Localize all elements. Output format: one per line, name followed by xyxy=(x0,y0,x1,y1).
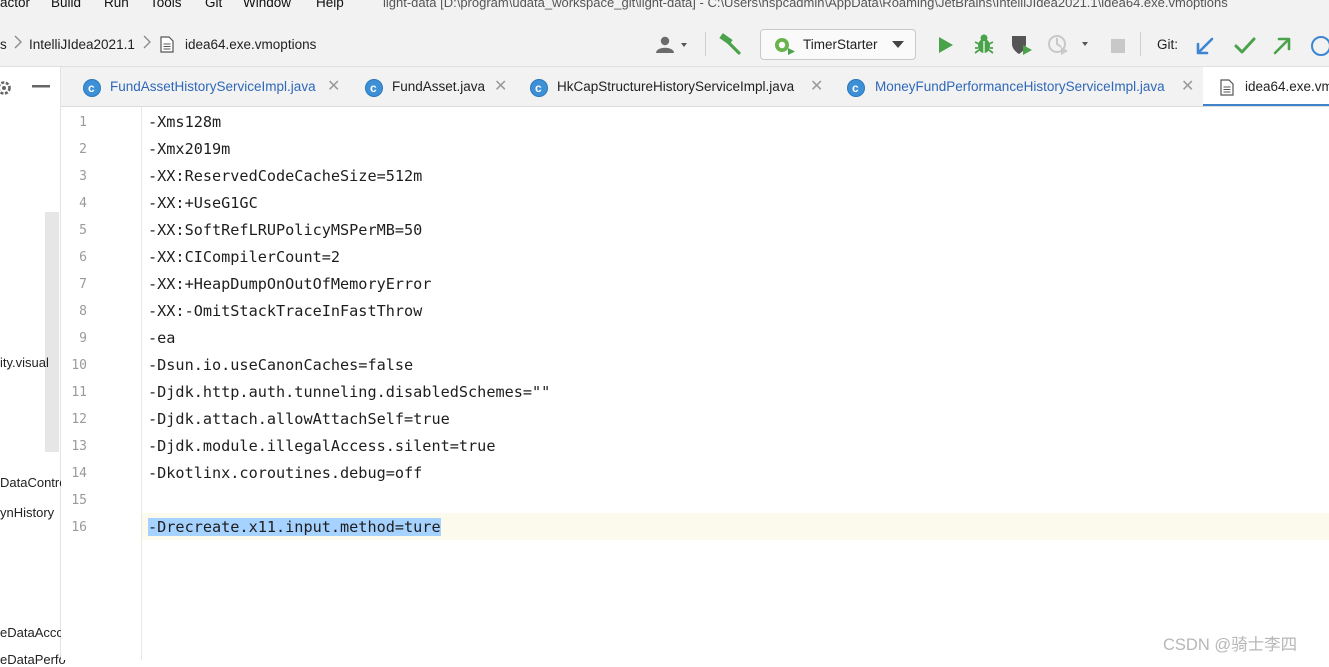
git-label: Git: xyxy=(1157,37,1179,52)
code-line[interactable]: -XX:+UseG1GC xyxy=(148,194,258,212)
close-icon[interactable]: ✕ xyxy=(494,79,507,95)
code-line[interactable]: -XX:+HeapDumpOnOutOfMemoryError xyxy=(148,275,431,293)
menu-run[interactable]: Run xyxy=(104,0,129,10)
code-line[interactable]: -Dsun.io.useCanonCaches=false xyxy=(148,356,413,374)
menu-tools[interactable]: Tools xyxy=(150,0,182,10)
code-line[interactable]: -Dkotlinx.coroutines.debug=off xyxy=(148,464,422,482)
tab-fund-asset-history-service-impl[interactable]: c FundAssetHistoryServiceImpl.java ✕ xyxy=(71,67,347,106)
watermark: CSDN @骑士李四 xyxy=(1163,636,1298,654)
code-line[interactable]: -Djdk.module.illegalAccess.silent=true xyxy=(148,437,495,455)
code-line-selected[interactable]: -Drecreate.x11.input.method=ture xyxy=(148,518,441,536)
tab-label: MoneyFundPerformanceHistoryServiceImpl.j… xyxy=(875,79,1165,94)
project-tree-scrollbar[interactable] xyxy=(45,212,59,452)
toolbar-separator xyxy=(705,32,706,56)
menu-refactor[interactable]: actor xyxy=(0,0,30,10)
close-icon[interactable]: ✕ xyxy=(810,79,823,95)
line-number: 4 xyxy=(79,196,87,211)
breadcrumb-item-folder[interactable]: IntelliJIdea2021.1 xyxy=(29,37,135,52)
navigation-bar: s IntelliJIdea2021.1 idea64.exe.vmoption… xyxy=(0,12,1329,67)
line-number: 11 xyxy=(71,385,87,400)
tree-item[interactable]: DataContro xyxy=(0,475,66,490)
menu-help[interactable]: Help xyxy=(316,0,344,10)
collapse-icon[interactable] xyxy=(32,85,50,89)
code-line[interactable]: -Xms128m xyxy=(148,113,221,131)
git-update-icon[interactable] xyxy=(1195,36,1215,56)
toolbar-separator xyxy=(1140,32,1141,56)
tab-label: HkCapStructureHistoryServiceImpl.java xyxy=(557,79,795,94)
line-number: 9 xyxy=(79,331,87,346)
editor-tab-bar: c FundAssetHistoryServiceImpl.java ✕ c F… xyxy=(61,67,1329,107)
line-number: 14 xyxy=(71,466,87,481)
chevron-right-icon xyxy=(143,35,151,49)
code-line[interactable]: -Djdk.attach.allowAttachSelf=true xyxy=(148,410,450,428)
line-number: 1 xyxy=(79,115,87,130)
menu-window[interactable]: Window xyxy=(243,0,291,10)
profile-icon[interactable] xyxy=(1047,34,1095,56)
line-number: 12 xyxy=(71,412,87,427)
menu-build[interactable]: Build xyxy=(51,0,81,10)
code-line[interactable]: -Djdk.http.auth.tunneling.disabledScheme… xyxy=(148,383,550,401)
class-icon: c xyxy=(365,79,383,97)
project-tool-window: ity.visual DataContro ynHistory eDataAcc… xyxy=(0,67,66,667)
tree-item[interactable]: eDataAcco xyxy=(0,625,64,640)
line-number: 8 xyxy=(79,304,87,319)
code-line[interactable]: -ea xyxy=(148,329,175,347)
gear-icon[interactable] xyxy=(0,79,14,97)
tab-label: idea64.exe.vmoptions xyxy=(1245,79,1329,94)
file-icon xyxy=(160,36,174,53)
debug-icon[interactable] xyxy=(973,33,995,55)
tab-money-fund-performance-history-service-impl[interactable]: c MoneyFundPerformanceHistoryServiceImpl… xyxy=(835,67,1197,106)
tab-label: FundAssetHistoryServiceImpl.java xyxy=(110,79,316,94)
line-number: 2 xyxy=(79,142,87,157)
menu-bar: actor Build Run Tools Git Window Help li… xyxy=(0,0,1329,12)
git-push-icon[interactable] xyxy=(1272,36,1292,56)
tree-item[interactable]: ity.visual xyxy=(0,355,49,370)
window-title: light-data [D:\program\udata_workspace_g… xyxy=(383,0,1228,10)
run-icon[interactable] xyxy=(937,36,955,54)
run-configuration-label: TimerStarter xyxy=(803,37,878,52)
line-number: 15 xyxy=(71,493,87,508)
code-line[interactable]: -XX:SoftRefLRUPolicyMSPerMB=50 xyxy=(148,221,422,239)
line-number-gutter[interactable]: 1 2 3 4 5 6 7 8 9 10 11 12 13 14 15 16 xyxy=(61,107,142,660)
tab-fund-asset[interactable]: c FundAsset.java ✕ xyxy=(353,67,513,106)
class-icon: c xyxy=(83,79,101,97)
line-number: 10 xyxy=(71,358,87,373)
spring-boot-icon xyxy=(775,38,795,55)
breadcrumb-item-file[interactable]: idea64.exe.vmoptions xyxy=(185,37,316,52)
tab-label: FundAsset.java xyxy=(392,79,486,94)
tab-hk-cap-structure-history-service-impl[interactable]: c HkCapStructureHistoryServiceImpl.java … xyxy=(518,67,828,106)
class-icon: c xyxy=(847,79,865,97)
breadcrumb-item-parent[interactable]: s xyxy=(0,37,7,52)
code-line[interactable]: -XX:CICompilerCount=2 xyxy=(148,248,340,266)
chevron-right-icon xyxy=(14,35,22,49)
chevron-down-icon xyxy=(892,41,904,48)
history-icon[interactable] xyxy=(1310,35,1329,57)
line-number: 3 xyxy=(79,169,87,184)
tab-idea64-vmoptions[interactable]: idea64.exe.vmoptions xyxy=(1203,67,1329,106)
menu-git[interactable]: Git xyxy=(205,0,222,10)
coverage-icon[interactable] xyxy=(1010,34,1034,56)
tree-item[interactable]: ynHistory xyxy=(0,505,54,520)
file-icon xyxy=(1220,79,1234,96)
line-number: 7 xyxy=(79,277,87,292)
git-commit-icon[interactable] xyxy=(1234,36,1256,56)
close-icon[interactable]: ✕ xyxy=(1181,79,1194,95)
line-number: 5 xyxy=(79,223,87,238)
code-line[interactable]: -XX:ReservedCodeCacheSize=512m xyxy=(148,167,422,185)
run-configuration-selector[interactable]: TimerStarter xyxy=(760,29,916,60)
line-number: 16 xyxy=(71,520,87,535)
close-icon[interactable]: ✕ xyxy=(327,79,340,95)
line-number: 6 xyxy=(79,250,87,265)
class-icon: c xyxy=(530,79,548,97)
code-line[interactable]: -XX:-OmitStackTraceInFastThrow xyxy=(148,302,422,320)
build-hammer-icon[interactable] xyxy=(717,33,743,55)
line-number: 13 xyxy=(71,439,87,454)
user-icon[interactable] xyxy=(654,36,694,54)
text-selection[interactable]: -Drecreate.x11.input.method=ture xyxy=(148,518,441,536)
stop-icon[interactable] xyxy=(1110,38,1126,54)
code-line[interactable]: -Xmx2019m xyxy=(148,140,230,158)
